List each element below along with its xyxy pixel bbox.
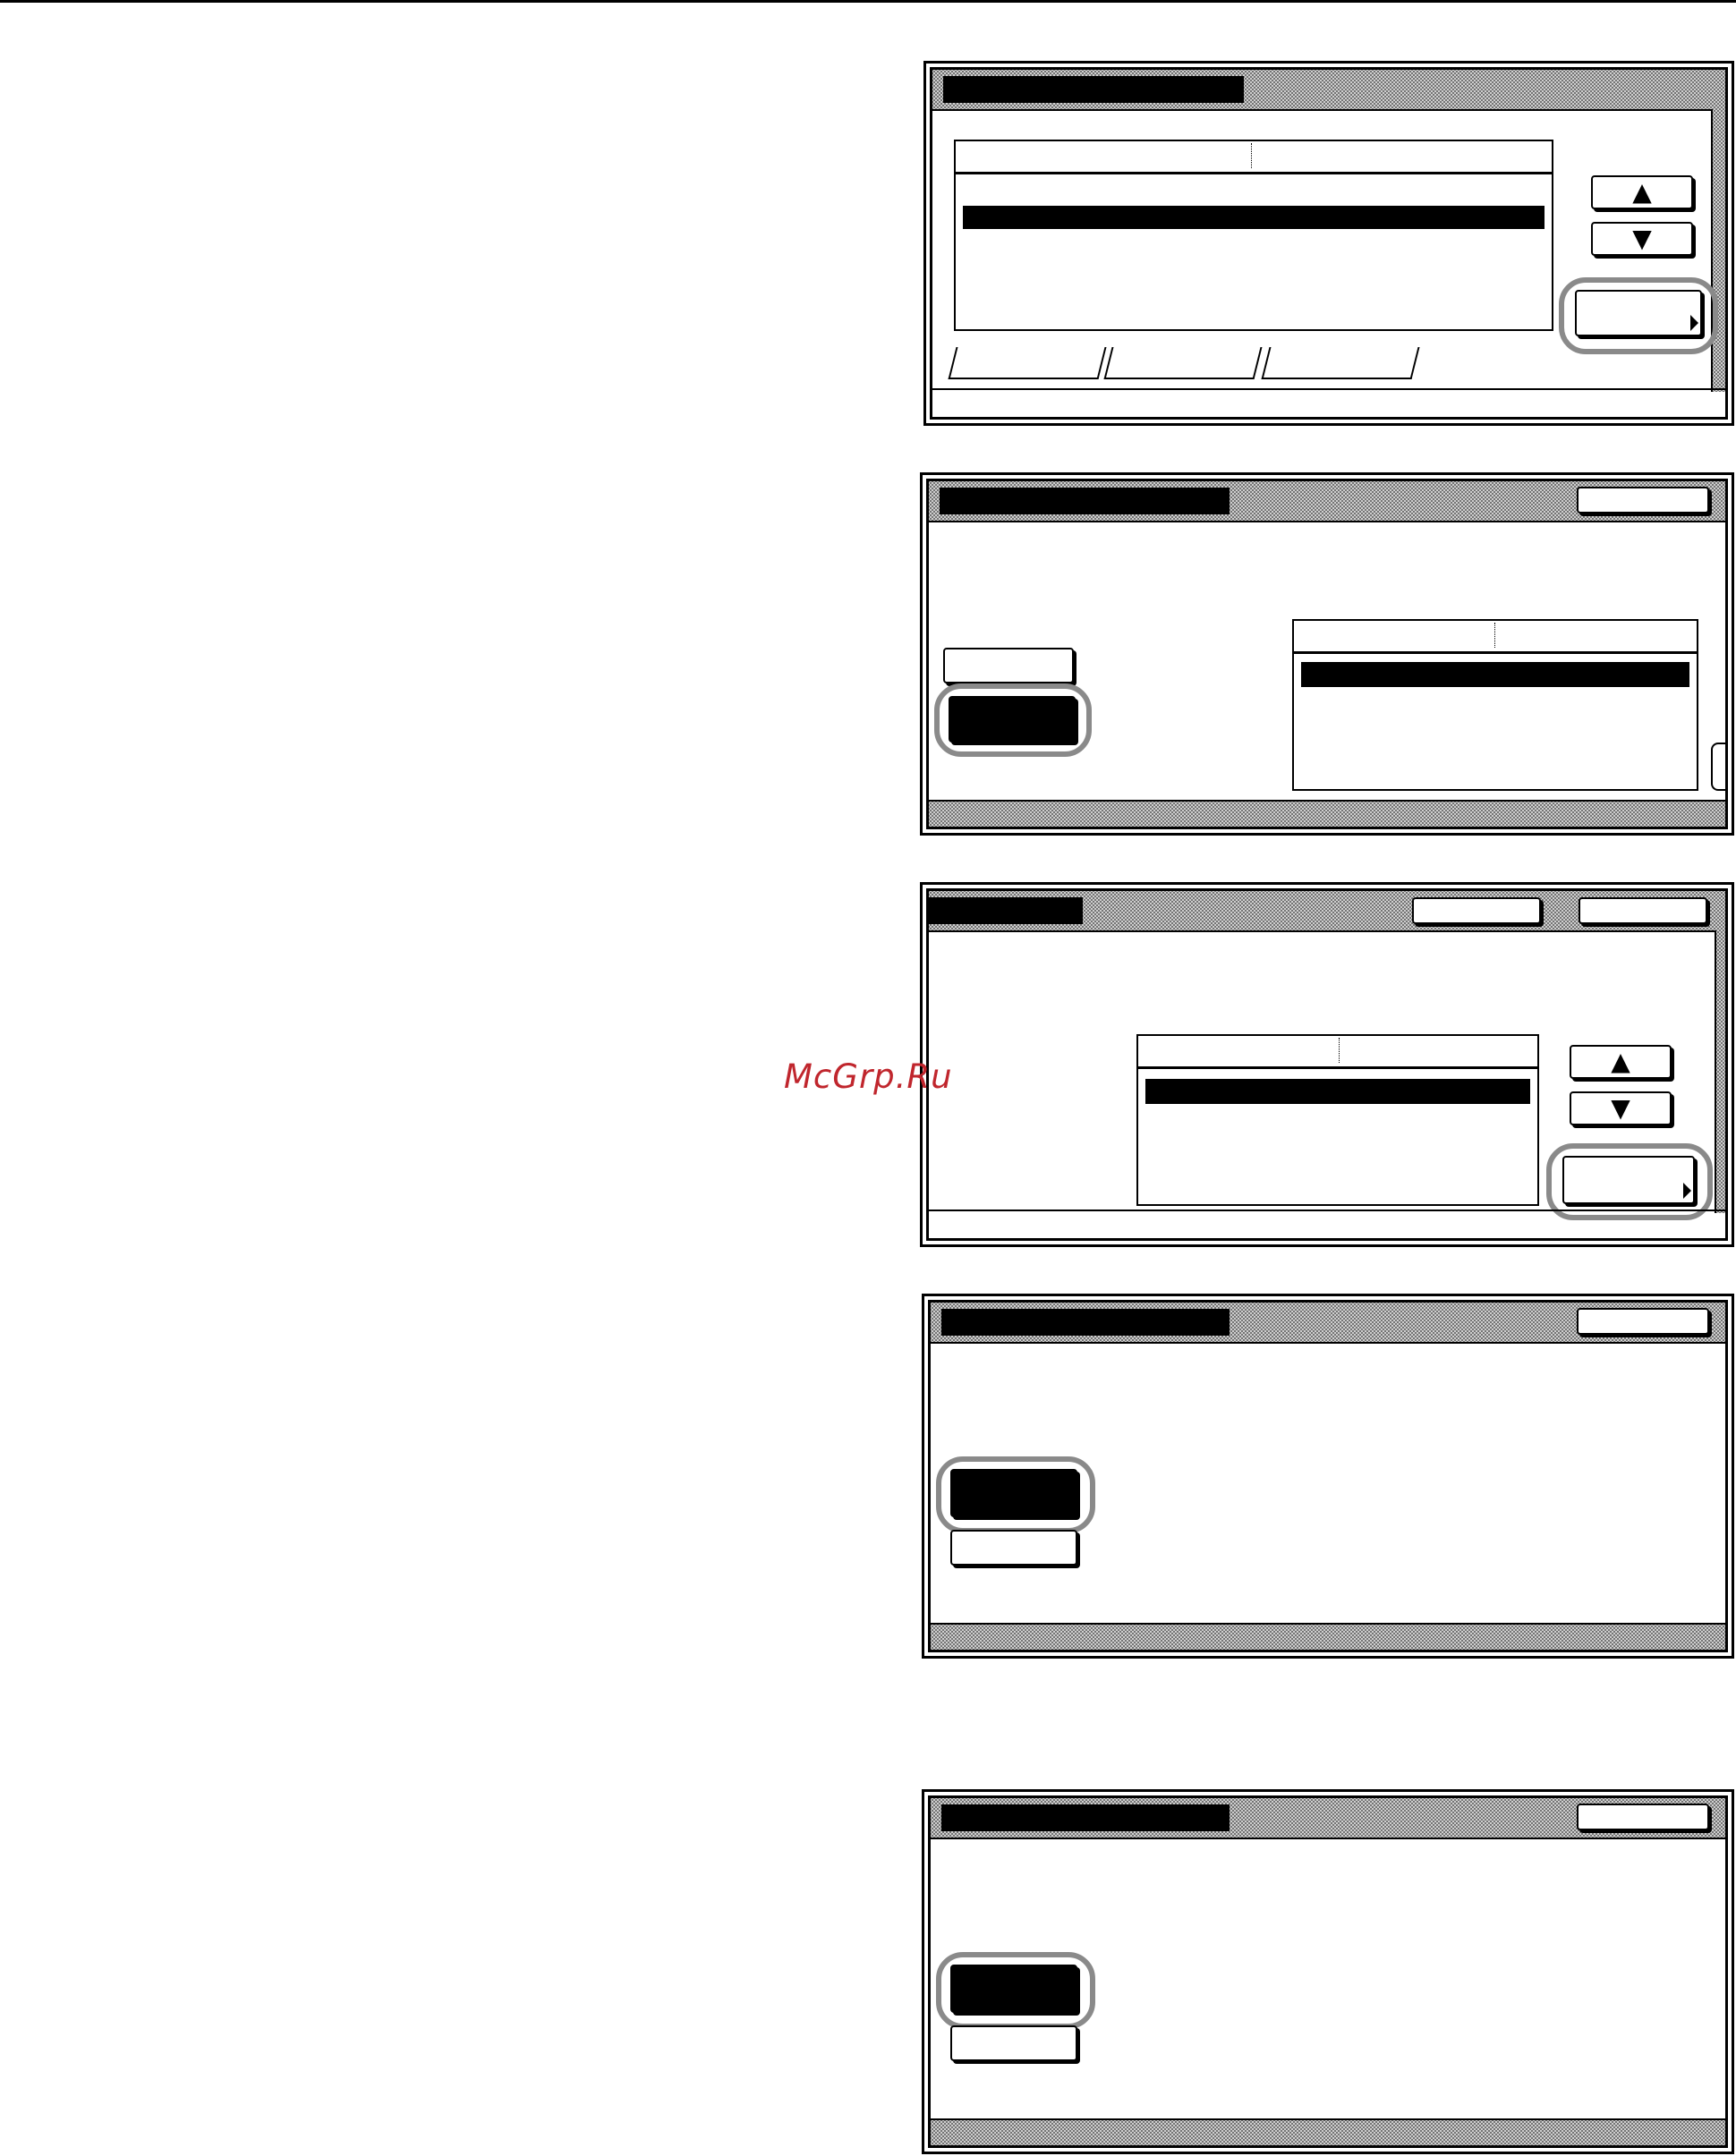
title-label	[941, 1309, 1230, 1336]
screen-frame: ▲ ▼	[926, 888, 1728, 1241]
title-bar	[932, 70, 1725, 111]
scroll-down-button[interactable]: ▼	[1591, 222, 1693, 256]
screen-4	[922, 1294, 1734, 1659]
down-arrow-icon: ▼	[1611, 1093, 1630, 1123]
back-button[interactable]	[1577, 487, 1709, 514]
title-bar	[931, 1303, 1725, 1344]
title-bar	[929, 891, 1725, 932]
screen-frame	[928, 1795, 1728, 2148]
title-bar	[931, 1798, 1725, 1839]
up-arrow-icon: ▲	[1611, 1047, 1630, 1076]
list-box[interactable]	[1136, 1034, 1539, 1206]
screen-frame: ▲ ▼	[930, 67, 1728, 420]
option-button-off[interactable]	[950, 2025, 1077, 2061]
title-label	[929, 897, 1083, 924]
option-button-on[interactable]	[949, 696, 1076, 743]
option-button-on[interactable]	[950, 1965, 1077, 2013]
ok-button[interactable]	[1579, 897, 1707, 924]
status-line	[929, 1210, 1725, 1211]
submenu-arrow-icon	[1690, 315, 1698, 331]
cancel-button[interactable]	[1412, 897, 1541, 924]
tab-3[interactable]	[1261, 347, 1420, 379]
page-top-rule	[0, 0, 1736, 3]
option-button-on[interactable]	[950, 1469, 1077, 1517]
selected-row[interactable]	[1301, 662, 1689, 687]
list-scroll-tab[interactable]	[1711, 743, 1725, 791]
up-arrow-icon: ▲	[1632, 177, 1652, 207]
status-line	[932, 388, 1725, 390]
list-column-divider	[1251, 143, 1252, 168]
list-column-divider	[1339, 1038, 1340, 1063]
detail-button[interactable]	[1575, 290, 1702, 336]
tab-2[interactable]	[1103, 347, 1263, 379]
submenu-arrow-icon	[1683, 1183, 1691, 1199]
list-box[interactable]	[1292, 619, 1698, 791]
status-bar	[929, 800, 1725, 827]
screen-5	[922, 1789, 1734, 2154]
screen-3: ▲ ▼	[920, 882, 1734, 1247]
title-bar	[929, 481, 1725, 522]
back-button[interactable]	[1577, 1308, 1709, 1335]
tab-1[interactable]	[948, 347, 1107, 379]
title-label	[940, 488, 1230, 514]
list-box[interactable]	[954, 140, 1553, 331]
scroll-up-button[interactable]: ▲	[1591, 175, 1693, 209]
right-strip	[1711, 109, 1725, 392]
scroll-up-button[interactable]: ▲	[1570, 1045, 1672, 1079]
scroll-down-button[interactable]: ▼	[1570, 1091, 1672, 1125]
title-label	[943, 76, 1244, 103]
watermark-text: McGrp.Ru	[784, 1057, 953, 1096]
screen-frame	[926, 479, 1728, 829]
selected-row[interactable]	[1145, 1079, 1530, 1104]
screen-1: ▲ ▼	[923, 61, 1734, 426]
option-button-off[interactable]	[950, 1530, 1077, 1566]
screen-frame	[928, 1300, 1728, 1652]
title-label	[941, 1804, 1230, 1831]
back-button[interactable]	[1577, 1804, 1709, 1830]
screen-2	[920, 472, 1734, 836]
down-arrow-icon: ▼	[1632, 224, 1652, 253]
detail-button[interactable]	[1562, 1156, 1695, 1204]
list-header-line	[1138, 1066, 1537, 1069]
status-bar	[931, 1623, 1725, 1650]
status-bar	[931, 2118, 1725, 2145]
selected-row[interactable]	[963, 206, 1545, 229]
option-button-off[interactable]	[943, 648, 1074, 683]
right-strip	[1715, 930, 1725, 1213]
list-header-line	[1294, 651, 1697, 654]
list-column-divider	[1494, 623, 1495, 648]
list-header-line	[956, 172, 1552, 174]
